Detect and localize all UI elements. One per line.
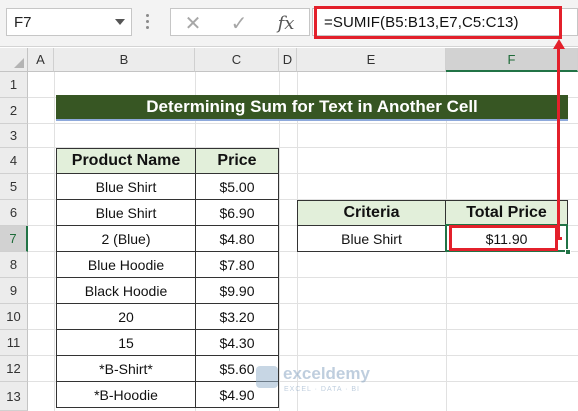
product-name-cell[interactable]: Blue Shirt [56,199,196,226]
row-header-3[interactable]: 3 [0,124,28,148]
price-cell[interactable]: $4.30 [195,329,279,356]
watermark-tagline: EXCEL · DATA · BI [284,386,360,393]
gridline [28,123,578,124]
header-price[interactable]: Price [195,148,279,174]
price-cell[interactable]: $7.80 [195,251,279,278]
row-header-1[interactable]: 1 [0,72,28,98]
arrow-up-icon [552,39,565,49]
header-total-price[interactable]: Total Price [445,200,568,226]
product-name-cell[interactable]: *B-Hoodie [56,381,196,408]
select-all-icon [14,58,24,68]
column-header-e[interactable]: E [297,48,446,72]
row-header-11[interactable]: 11 [0,330,28,356]
formula-highlight [314,6,562,39]
header-product-name[interactable]: Product Name [56,148,196,174]
column-header-a[interactable]: A [28,48,54,72]
drag-handle-icon[interactable] [146,14,150,32]
result-highlight [449,225,558,251]
product-name-cell[interactable]: 20 [56,303,196,330]
price-cell[interactable]: $5.00 [195,173,279,200]
watermark-name: exceldemy [283,364,370,383]
row-header-6[interactable]: 6 [0,200,28,226]
sheet-title[interactable]: Determining Sum for Text in Another Cell [56,95,568,121]
header-criteria[interactable]: Criteria [297,200,446,226]
row-header-5[interactable]: 5 [0,174,28,200]
product-name-cell[interactable]: *B-Shirt* [56,355,196,382]
watermark-logo: exceldemy EXCEL · DATA · BI [256,362,376,402]
column-header-c[interactable]: C [195,48,279,72]
row-header-4[interactable]: 4 [0,148,28,174]
column-header-d[interactable]: D [279,48,297,72]
exceldemy-logo-icon [256,366,278,388]
fill-handle[interactable] [565,249,571,255]
row-header-7[interactable]: 7 [0,226,28,252]
arrow-line [556,237,562,240]
row-header-13[interactable]: 13 [0,382,28,411]
arrow-line [557,48,560,239]
cancel-icon[interactable]: ✕ [181,11,205,35]
criteria-cell[interactable]: Blue Shirt [297,225,446,252]
column-header-b[interactable]: B [54,48,195,72]
formula-buttons: ✕ ✓ fx [170,8,310,36]
product-name-cell[interactable]: Blue Shirt [56,173,196,200]
product-name-cell[interactable]: Blue Hoodie [56,251,196,278]
row-header-10[interactable]: 10 [0,304,28,330]
row-header-8[interactable]: 8 [0,252,28,278]
name-box-value: F7 [14,14,32,31]
enter-icon[interactable]: ✓ [227,11,251,35]
price-cell[interactable]: $4.80 [195,225,279,252]
product-name-cell[interactable]: Black Hoodie [56,277,196,304]
product-name-cell[interactable]: 2 (Blue) [56,225,196,252]
row-header-9[interactable]: 9 [0,278,28,304]
row-header-12[interactable]: 12 [0,356,28,382]
product-name-cell[interactable]: 15 [56,329,196,356]
chevron-down-icon[interactable] [115,19,125,25]
row-header-2[interactable]: 2 [0,98,28,124]
select-all-button[interactable] [0,48,28,72]
price-cell[interactable]: $6.90 [195,199,279,226]
insert-function-icon[interactable]: fx [274,11,298,35]
price-cell[interactable]: $9.90 [195,277,279,304]
name-box[interactable]: F7 [6,8,132,36]
price-cell[interactable]: $3.20 [195,303,279,330]
